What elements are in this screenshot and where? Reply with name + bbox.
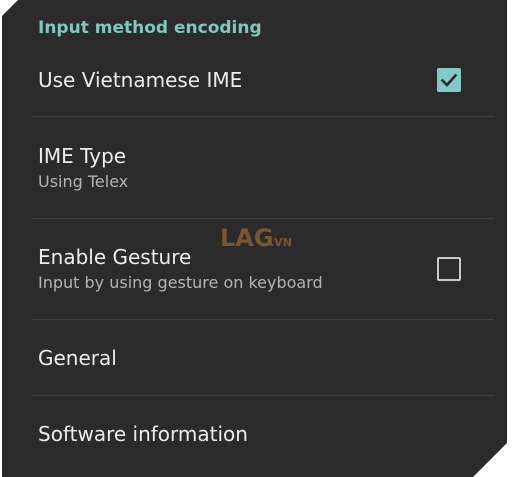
pref-title: General xyxy=(38,346,117,370)
divider xyxy=(32,319,494,320)
settings-screen: Input method encoding Use Vietnamese IME… xyxy=(2,0,507,477)
pref-ime-type[interactable]: IME Type Using Telex xyxy=(2,122,507,214)
pref-general[interactable]: General xyxy=(2,322,507,394)
pref-summary: Using Telex xyxy=(38,172,129,191)
pref-use-vietnamese-ime[interactable]: Use Vietnamese IME xyxy=(2,46,507,114)
watermark-logo: LAG .VN xyxy=(220,224,292,252)
divider xyxy=(32,395,494,396)
watermark-logo-suffix: .VN xyxy=(270,236,292,249)
pref-title: Software information xyxy=(38,422,248,446)
pref-summary: Input by using gesture on keyboard xyxy=(38,273,323,292)
torn-corner-top-left xyxy=(2,0,18,16)
section-header: Input method encoding xyxy=(38,18,262,38)
torn-corner-bottom-right xyxy=(473,443,507,477)
pref-software-information[interactable]: Software information xyxy=(2,398,507,470)
divider xyxy=(32,116,494,117)
enable-gesture-checkbox[interactable] xyxy=(437,257,461,281)
use-vietnamese-ime-checkbox[interactable] xyxy=(437,68,461,92)
checkmark-icon xyxy=(440,73,458,87)
pref-title: Use Vietnamese IME xyxy=(38,68,243,92)
watermark-logo-text: LAG xyxy=(220,224,274,252)
pref-title: IME Type xyxy=(38,144,127,168)
